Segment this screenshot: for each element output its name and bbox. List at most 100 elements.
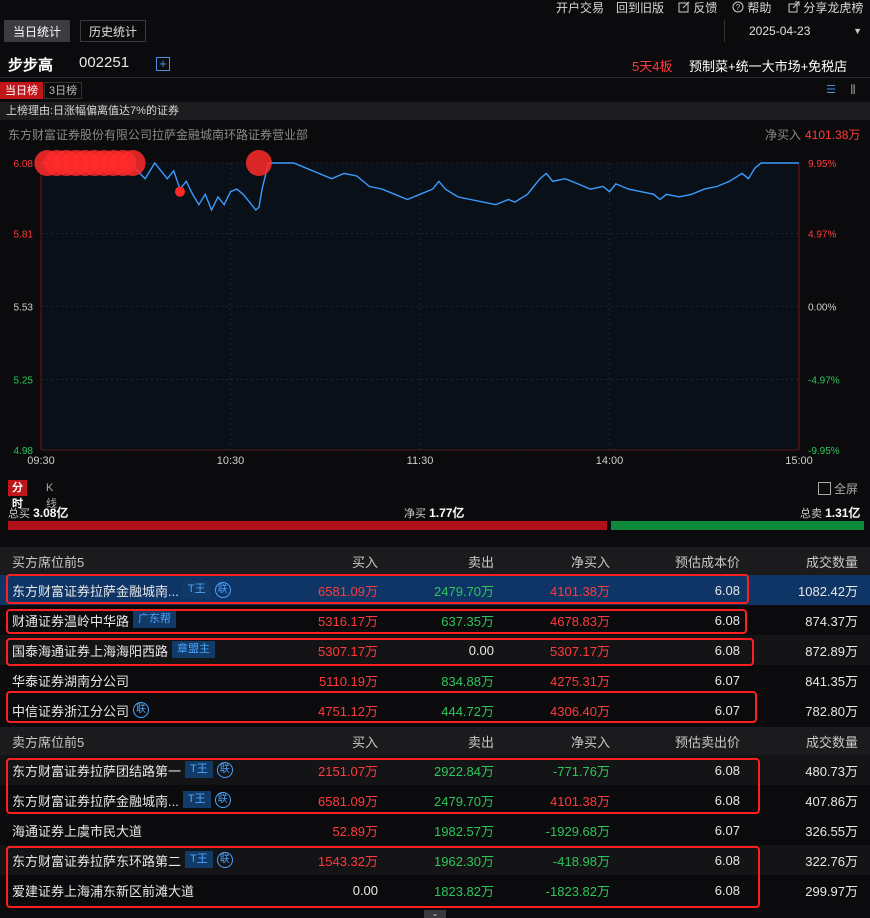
seat-name-cell[interactable]: 东方财富证券拉萨团结路第一 T王联 (0, 755, 268, 785)
seat-name-cell[interactable]: 爱建证券上海浦东新区前滩大道 (0, 875, 268, 905)
col-volume[interactable]: 成交数量 (752, 727, 870, 755)
linked-icon[interactable]: 联 (214, 582, 231, 599)
net-amount: 4306.40万 (550, 703, 610, 719)
linked-icon[interactable]: 联 (214, 792, 231, 809)
trader-tag[interactable]: T王 (185, 851, 213, 869)
seat-name[interactable]: 东方财富证券拉萨团结路第一 (12, 761, 181, 780)
open-account-link[interactable]: 开户交易 (556, 0, 604, 16)
col-net[interactable]: 净买入 (506, 547, 622, 575)
table-row[interactable]: 财通证券温岭中华路 广东帮 5316.17万 637.35万 4678.83万 6.08 8… (0, 605, 870, 635)
volume-value: 299.97万 (805, 883, 858, 899)
price-value: 6.08 (622, 575, 752, 605)
stock-header: 步步高 002251 + 5天4板 预制菜+统一大市场+免税店 (0, 48, 870, 78)
help-label: 帮助 (747, 1, 772, 15)
trader-tag[interactable]: T王 (182, 791, 211, 809)
col-sell-price[interactable]: 预估卖出价 (622, 727, 752, 755)
fullscreen-button[interactable]: 全屏 (818, 480, 858, 497)
volume-value: 872.89万 (752, 635, 870, 665)
trader-tag[interactable]: T王 (185, 761, 213, 779)
table-row[interactable]: 东方财富证券拉萨金融城南... T王联 6581.09万 2479.70万 4101.3… (0, 785, 870, 815)
tab-fenshi[interactable]: 分时 (8, 480, 27, 510)
seat-name-cell[interactable]: 东方财富证券拉萨金融城南... T王联 (0, 575, 268, 605)
intraday-chart[interactable]: 6.08 9.95%5.81 4.97%5.53 0.00%5.25 -4.97%4.9… (0, 148, 870, 474)
table-row[interactable]: 东方财富证券拉萨团结路第一 T王联 2151.07万 2922.84万 -771.76万… (0, 755, 870, 785)
list-view-icon[interactable]: ☰ (823, 83, 839, 97)
help-link[interactable]: ? 帮助 (732, 0, 771, 16)
seat-name[interactable]: 财通证券温岭中华路 (12, 611, 129, 630)
share-link[interactable]: 分享龙虎榜 (788, 0, 863, 16)
linked-icon[interactable]: 联 (133, 702, 150, 719)
buy-amount: 52.89万 (332, 823, 378, 839)
caret-down-icon: ▼ (853, 26, 862, 36)
buy-amount: 6581.09万 (318, 793, 378, 809)
x-tick-label: 14:00 (596, 455, 624, 467)
seat-name[interactable]: 东方财富证券拉萨东环路第二 (12, 851, 181, 870)
col-buy[interactable]: 买入 (268, 727, 390, 755)
seat-name-cell[interactable]: 财通证券温岭中华路 广东帮 (0, 605, 268, 635)
seat-name[interactable]: 国泰海通证券上海海阳西路 (12, 641, 168, 660)
table-row[interactable]: 爱建证券上海浦东新区前滩大道 0.00 1823.82万 -1823.82万 6.08 2… (0, 875, 870, 905)
buy-amount: 0.00 (352, 882, 378, 898)
seat-name-cell[interactable]: 中信证券浙江分公司联 (0, 695, 268, 725)
table-row[interactable]: 海通证券上虞市民大道 52.89万 1982.57万 -1929.68万 6.07 326… (0, 815, 870, 845)
tab-kline[interactable]: K线 (42, 480, 61, 510)
sell-table-header: 卖方席位前5 买入 卖出 净买入 预估卖出价 成交数量 (0, 727, 870, 755)
col-buy[interactable]: 买入 (268, 547, 390, 575)
trade-marker[interactable] (119, 150, 146, 176)
seat-name-cell[interactable]: 东方财富证券拉萨东环路第二 T王联 (0, 845, 268, 875)
bar-view-icon[interactable]: ⫼ (845, 83, 861, 97)
feedback-link[interactable]: 反馈 (678, 0, 717, 16)
add-watchlist-icon[interactable]: + (156, 57, 170, 71)
sell-amount: 2479.70万 (434, 793, 494, 809)
totals-row: 总买 3.08亿 净买 1.77亿 总卖 1.31亿 (0, 504, 870, 520)
svg-text:?: ? (736, 3, 741, 12)
tab-history-stats[interactable]: 历史统计 (80, 20, 147, 42)
total-buy: 总买 3.08亿 (8, 506, 69, 520)
y-tick-pct-label: 4.97% (808, 229, 836, 240)
trader-tag[interactable]: T王 (182, 581, 211, 599)
tab-today-board[interactable]: 当日榜 (0, 82, 43, 99)
table-row[interactable]: 东方财富证券拉萨金融城南... T王联 6581.09万 2479.70万 4101.3… (0, 575, 870, 605)
tab-today-stats[interactable]: 当日统计 (4, 20, 71, 42)
col-seat: 卖方席位前5 (0, 727, 268, 755)
seat-name[interactable]: 东方财富证券拉萨金融城南... (12, 791, 179, 810)
seat-name[interactable]: 东方财富证券拉萨金融城南... (12, 581, 179, 600)
col-sell[interactable]: 卖出 (390, 547, 506, 575)
col-volume[interactable]: 成交数量 (752, 547, 870, 575)
x-tick-label: 15:00 (785, 455, 813, 467)
old-version-link[interactable]: 回到旧版 (616, 0, 664, 16)
stat-tabs: 当日统计 历史统计 2025-04-23 ▼ (0, 20, 870, 44)
linked-icon[interactable]: 联 (216, 852, 233, 869)
table-row[interactable]: 中信证券浙江分公司联 4751.12万 444.72万 4306.40万 6.07 782… (0, 695, 870, 725)
seat-name[interactable]: 爱建证券上海浦东新区前滩大道 (12, 881, 194, 900)
table-row[interactable]: 东方财富证券拉萨东环路第二 T王联 1543.32万 1962.30万 -418.98万… (0, 845, 870, 875)
tab-3day-board[interactable]: 3日榜 (44, 82, 83, 99)
net-amount: 5307.17万 (506, 635, 622, 665)
y-tick-label: 5.81 (14, 229, 34, 240)
trader-tag[interactable]: 章盟主 (172, 641, 216, 659)
fullscreen-icon (818, 482, 831, 495)
table-row[interactable]: 华泰证券湖南分公司 5110.19万 834.88万 4275.31万 6.07 841.… (0, 665, 870, 695)
y-tick-pct-label: 0.00% (808, 303, 836, 314)
price-value: 6.08 (714, 612, 740, 628)
trade-marker-small[interactable] (174, 186, 185, 197)
seat-name[interactable]: 中信证券浙江分公司 (12, 701, 129, 720)
seat-name-cell[interactable]: 国泰海通证券上海海阳西路 章盟主 (0, 635, 268, 665)
linked-icon[interactable]: 联 (216, 762, 233, 779)
seat-name[interactable]: 海通证券上虞市民大道 (12, 821, 142, 840)
trader-tag[interactable]: 广东帮 (133, 611, 177, 629)
seat-name[interactable]: 华泰证券湖南分公司 (12, 671, 129, 690)
trade-marker[interactable] (245, 150, 272, 176)
col-cost-price[interactable]: 预估成本价 (622, 547, 752, 575)
seat-name-cell[interactable]: 东方财富证券拉萨金融城南... T王联 (0, 785, 268, 815)
x-tick-label: 10:30 (217, 455, 245, 467)
x-tick-label: 09:30 (27, 455, 55, 467)
col-net[interactable]: 净买入 (506, 727, 622, 755)
table-row[interactable]: 国泰海通证券上海海阳西路 章盟主 5307.17万 0.00 5307.17万 6.08 8… (0, 635, 870, 665)
seat-name-cell[interactable]: 海通证券上虞市民大道 (0, 815, 268, 845)
date-select[interactable]: 2025-04-23 ▼ (724, 20, 862, 42)
col-sell[interactable]: 卖出 (390, 727, 506, 755)
expand-more-icon[interactable]: ⌄ (424, 910, 446, 918)
share-icon (788, 1, 800, 13)
seat-name-cell[interactable]: 华泰证券湖南分公司 (0, 665, 268, 695)
